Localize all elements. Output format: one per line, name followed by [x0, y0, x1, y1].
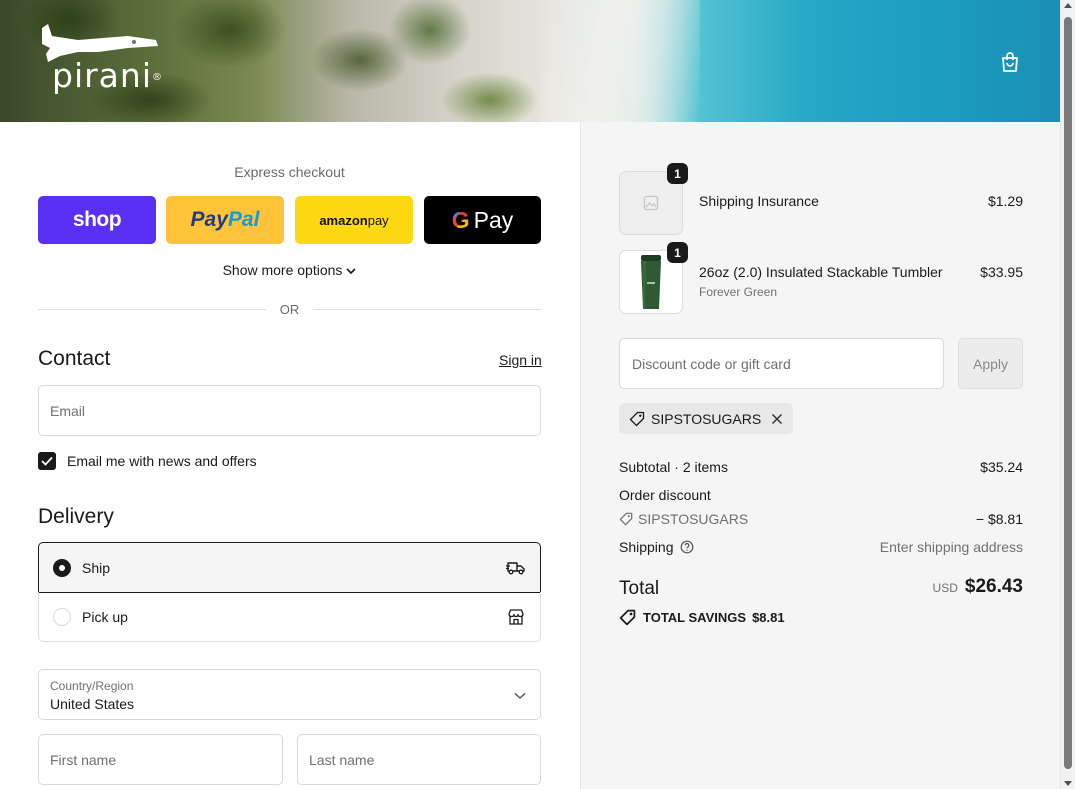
discount-code-input[interactable]: Discount code or gift card [619, 338, 944, 389]
express-checkout-label: Express checkout [234, 164, 345, 180]
shipping-label: Shipping [619, 539, 674, 555]
order-summary: 1 Shipping Insurance $1.29 1 26oz (2.0) … [580, 122, 1060, 789]
store-icon [506, 607, 526, 627]
shop-pay-button[interactable]: shop [38, 196, 156, 244]
subtotal-row: Subtotal · 2 items $35.24 [619, 459, 1023, 475]
divider-line [38, 308, 266, 310]
discount-code-label: SIPSTOSUGARS [638, 511, 749, 527]
or-divider: OR [38, 300, 541, 318]
apply-discount-button[interactable]: Apply [958, 338, 1023, 389]
google-pay-label: Pay [473, 206, 514, 233]
last-name-field[interactable]: Last name [297, 734, 541, 785]
applied-code-label: SIPSTOSUGARS [651, 410, 762, 427]
discount-placeholder: Discount code or gift card [632, 355, 791, 372]
ship-label: Ship [82, 559, 111, 576]
item-price: $1.29 [987, 193, 1023, 209]
newsletter-checkbox[interactable] [38, 452, 56, 470]
scroll-up-arrow-icon[interactable] [1064, 3, 1072, 8]
close-icon [772, 413, 783, 424]
order-discount-row: Order discount [619, 487, 1023, 503]
applied-discount-chip: SIPSTOSUGARS [619, 403, 794, 434]
tag-icon [619, 512, 633, 526]
page-scrollbar[interactable] [1060, 0, 1075, 789]
subtotal-value: $35.24 [980, 459, 1023, 475]
banner-beach [540, 0, 700, 122]
item-price: $33.95 [980, 264, 1023, 280]
country-value: United States [50, 696, 135, 712]
remove-discount-button[interactable] [771, 413, 783, 425]
total-value-group: USD $26.43 [933, 576, 1023, 598]
or-label: OR [279, 301, 300, 317]
order-discount-label: Order discount [619, 487, 711, 503]
item-variant: Forever Green [699, 285, 778, 299]
paypal-label-2: Pal [227, 208, 260, 231]
sign-in-link[interactable]: Sign in [499, 352, 542, 368]
logo-wordmark: pirani® [52, 56, 163, 95]
tag-icon [619, 609, 636, 626]
currency-code: USD [932, 581, 958, 595]
newsletter-option[interactable]: Email me with news and offers [38, 451, 257, 471]
quantity-badge: 1 [667, 242, 688, 263]
header-banner: pirani® [0, 0, 1060, 122]
savings-value: $8.81 [752, 610, 785, 625]
google-pay-button[interactable]: G Pay [424, 196, 541, 244]
amazon-label: amazon [319, 212, 368, 228]
pickup-label: Pick up [82, 608, 128, 625]
show-more-options-button[interactable]: Show more options [38, 262, 541, 278]
country-label: Country/Region [50, 679, 134, 693]
last-name-placeholder: Last name [309, 751, 375, 768]
paypal-button[interactable]: Pay Pal [166, 196, 284, 244]
discount-value: − $8.81 [975, 511, 1023, 527]
checkout-form: Express checkout shop Pay Pal amazon pay … [0, 122, 580, 789]
email-placeholder: Email [50, 402, 86, 419]
shipping-value: Enter shipping address [879, 539, 1023, 555]
chevron-down-icon [514, 687, 526, 705]
total-amount: $26.43 [964, 576, 1023, 597]
scrollbar-thumb[interactable] [1064, 17, 1072, 769]
total-row: Total USD $26.43 [619, 576, 1023, 602]
total-label: Total [619, 578, 660, 599]
delivery-heading: Delivery [38, 505, 114, 528]
amazon-pay-label: pay [367, 212, 389, 228]
help-circle-icon[interactable] [680, 540, 694, 554]
first-name-field[interactable]: First name [38, 734, 283, 785]
chevron-down-icon [346, 267, 356, 278]
ship-radio[interactable] [53, 558, 71, 577]
amazon-pay-button[interactable]: amazon pay [295, 196, 413, 244]
contact-heading: Contact [38, 347, 111, 370]
quantity-badge: 1 [667, 163, 688, 184]
paypal-label-1: Pay [190, 208, 228, 231]
subtotal-label: Subtotal · 2 items [619, 459, 728, 475]
first-name-placeholder: First name [50, 751, 117, 768]
newsletter-label: Email me with news and offers [67, 453, 257, 469]
brand-logo[interactable]: pirani® [38, 22, 163, 102]
tag-icon [629, 411, 645, 427]
total-savings: TOTAL SAVINGS $8.81 [619, 609, 785, 626]
country-select[interactable]: Country/Region United States [38, 669, 541, 720]
item-name: Shipping Insurance [699, 193, 819, 209]
checkmark-icon [41, 456, 53, 466]
shipping-row: Shipping Enter shipping address [619, 539, 1023, 555]
google-g-icon: G [451, 206, 470, 233]
scroll-down-arrow-icon[interactable] [1064, 781, 1072, 786]
tumbler-image [641, 255, 661, 309]
discount-code-row: SIPSTOSUGARS − $8.81 [619, 511, 1023, 527]
delivery-option-pickup[interactable]: Pick up [38, 592, 541, 642]
show-more-options-label: Show more options [222, 262, 343, 278]
pickup-radio[interactable] [53, 607, 71, 626]
bag-icon [1002, 52, 1018, 72]
divider-line [313, 308, 541, 310]
image-placeholder-icon [643, 195, 659, 211]
shop-pay-label: shop [72, 208, 122, 231]
item-name: 26oz (2.0) Insulated Stackable Tumbler [699, 264, 943, 280]
savings-label: TOTAL SAVINGS [643, 610, 747, 625]
delivery-option-ship[interactable]: Ship [38, 542, 541, 593]
cart-bag-button[interactable] [996, 48, 1024, 76]
truck-icon [506, 558, 526, 578]
email-field[interactable]: Email [38, 385, 541, 436]
